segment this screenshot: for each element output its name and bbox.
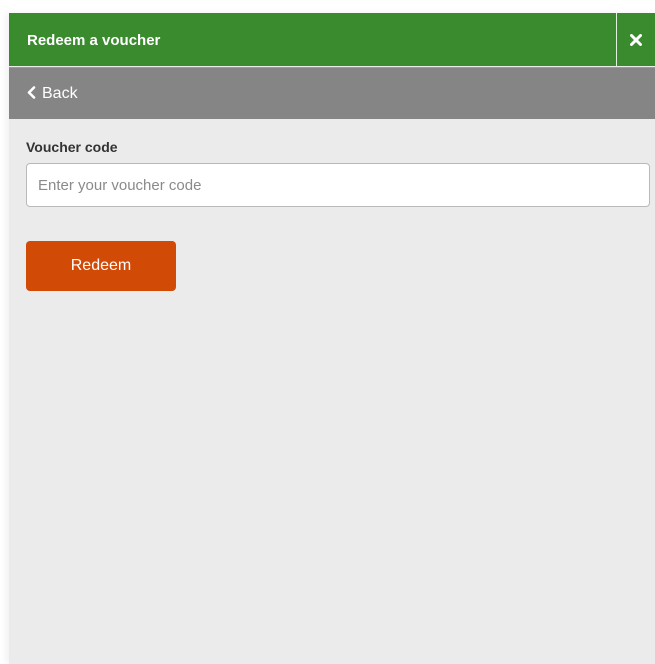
back-button[interactable]: Back — [27, 68, 78, 120]
back-bar: Back — [9, 67, 655, 119]
page-canvas: Redeem a voucher Back Voucher code Enter… — [0, 0, 655, 664]
voucher-code-label: Voucher code — [26, 139, 118, 155]
panel-title: Redeem a voucher — [27, 32, 161, 49]
voucher-code-input[interactable] — [26, 163, 650, 207]
redeem-voucher-panel: Redeem a voucher Back Voucher code Enter… — [9, 13, 655, 664]
close-button[interactable] — [617, 13, 655, 66]
panel-header: Redeem a voucher — [9, 13, 655, 66]
close-icon — [630, 33, 642, 46]
redeem-button[interactable]: Redeem — [26, 241, 176, 291]
chevron-left-icon — [27, 85, 36, 104]
back-label: Back — [42, 85, 78, 102]
